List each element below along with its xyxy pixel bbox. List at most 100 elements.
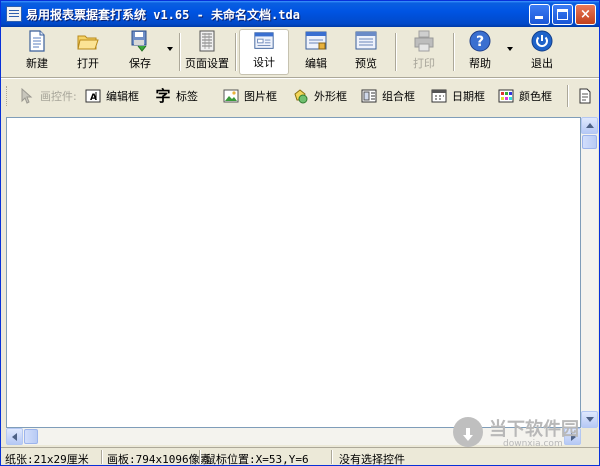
combo-box-icon: [361, 89, 377, 103]
minimize-icon: [535, 16, 543, 19]
horizontal-scroll-thumb[interactable]: [24, 429, 38, 444]
save-button[interactable]: 保存: [117, 29, 163, 75]
open-button-label: 打开: [77, 57, 99, 70]
page-setup-icon: [199, 30, 215, 52]
new-button[interactable]: 新建: [13, 29, 61, 75]
chevron-up-icon: [586, 123, 594, 128]
preview-window-icon: [355, 31, 377, 50]
status-selection: 没有选择控件: [339, 453, 405, 466]
toolbar-separator: [567, 85, 569, 107]
status-separator: [101, 450, 103, 464]
app-icon: [6, 6, 22, 22]
help-button-label: 帮助: [469, 57, 491, 70]
status-separator: [331, 450, 333, 464]
page-setup-button[interactable]: 页面设置: [183, 29, 231, 75]
toolbar-separator: [235, 33, 237, 71]
print-button-label: 打印: [413, 57, 435, 70]
maximize-icon: [557, 9, 568, 20]
label-tool[interactable]: 字 标签: [155, 87, 198, 105]
print-button[interactable]: 打印: [401, 29, 447, 75]
page-icon: [579, 88, 591, 104]
toolbar-grip[interactable]: [6, 86, 9, 106]
new-button-label: 新建: [26, 57, 48, 70]
color-box-tool[interactable]: 颜色框: [498, 87, 552, 105]
design-button-label: 设计: [253, 56, 275, 69]
save-disk-icon: [131, 30, 147, 52]
preview-button[interactable]: 预览: [343, 29, 389, 75]
status-mouse-position: 鼠标位置:X=53,Y=6: [205, 453, 309, 466]
controls-toolbar: 画控件: A 编辑框 字 标签 图片框 外形框 组合框 日期框 颜色框: [1, 81, 599, 111]
chevron-left-icon: [12, 433, 17, 441]
color-palette-icon: [498, 89, 514, 103]
page-tool[interactable]: [577, 87, 598, 105]
preview-button-label: 预览: [355, 57, 377, 70]
color-box-label: 颜色框: [519, 90, 552, 103]
design-button[interactable]: 设计: [239, 29, 289, 75]
save-dropdown-arrow-icon[interactable]: [167, 47, 173, 51]
toolbar-separator: [395, 33, 397, 71]
draw-control-label: 画控件:: [40, 90, 77, 103]
title-bar[interactable]: 易用报表票据套打系统 v1.65 - 未命名文档.tda ×: [1, 1, 599, 27]
close-icon: ×: [580, 7, 591, 22]
edit-window-icon: [305, 31, 327, 50]
status-separator: [199, 450, 201, 464]
close-button[interactable]: ×: [575, 4, 596, 25]
status-canvas-size: 画板:794x1096像素: [107, 453, 211, 466]
combo-box-label: 组合框: [382, 90, 415, 103]
scroll-left-button[interactable]: [6, 428, 23, 445]
pointer-arrow-icon: [21, 88, 33, 104]
edit-button[interactable]: 编辑: [293, 29, 339, 75]
image-icon: [223, 89, 239, 103]
scroll-up-button[interactable]: [581, 117, 598, 134]
help-button[interactable]: ? 帮助: [457, 29, 503, 75]
shape-box-tool[interactable]: 外形框: [293, 87, 347, 105]
vertical-scrollbar[interactable]: [581, 117, 598, 428]
vertical-scroll-thumb[interactable]: [582, 135, 597, 149]
date-box-tool[interactable]: 日期框: [431, 87, 485, 105]
image-box-label: 图片框: [244, 90, 277, 103]
scrollbar-corner: [581, 428, 598, 445]
edit-button-label: 编辑: [305, 57, 327, 70]
help-dropdown-arrow-icon[interactable]: [507, 47, 513, 51]
edit-box-icon: A: [85, 89, 101, 103]
image-box-tool[interactable]: 图片框: [223, 87, 277, 105]
toolbar-divider: [1, 77, 599, 79]
draw-control-pointer[interactable]: 画控件:: [19, 87, 77, 105]
window-controls: ×: [529, 4, 596, 25]
watermark-logo: [453, 417, 483, 447]
edit-box-label: 编辑框: [106, 90, 139, 103]
scroll-down-button[interactable]: [581, 411, 598, 428]
calendar-icon: [431, 89, 447, 103]
maximize-button[interactable]: [552, 4, 573, 25]
print-icon: [414, 30, 434, 52]
main-toolbar: 新建 打开 保存 页面设置 设计 编辑 预览 打印 ? 帮助 退出: [5, 29, 595, 75]
download-arrow-icon: [463, 428, 473, 441]
design-canvas[interactable]: [6, 117, 581, 428]
folder-open-icon: [77, 35, 99, 50]
label-tool-label: 标签: [176, 90, 198, 103]
help-icon: ?: [469, 30, 491, 52]
open-button[interactable]: 打开: [65, 29, 111, 75]
shapes-icon: [294, 89, 308, 104]
page-setup-button-label: 页面设置: [185, 57, 229, 70]
chevron-down-icon: [586, 417, 594, 422]
minimize-button[interactable]: [529, 4, 550, 25]
status-paper-size: 纸张:21x29厘米: [5, 453, 89, 466]
new-document-icon: [29, 30, 45, 52]
svg-text:?: ?: [476, 34, 484, 50]
exit-button-label: 退出: [531, 57, 553, 70]
save-button-label: 保存: [129, 57, 151, 70]
shape-box-label: 外形框: [314, 90, 347, 103]
watermark-text: 当下软件园: [489, 419, 579, 440]
exit-button[interactable]: 退出: [519, 29, 565, 75]
toolbar-separator: [179, 33, 181, 71]
window-title: 易用报表票据套打系统 v1.65 - 未命名文档.tda: [26, 7, 300, 22]
app-window: 易用报表票据套打系统 v1.65 - 未命名文档.tda × 新建 打开 保存 …: [0, 0, 600, 466]
power-icon: [531, 30, 553, 52]
edit-box-tool[interactable]: A 编辑框: [85, 87, 139, 105]
status-bar: 纸张:21x29厘米 画板:794x1096像素 鼠标位置:X=53,Y=6 没…: [1, 447, 599, 466]
combo-box-tool[interactable]: 组合框: [361, 87, 415, 105]
toolbar-separator: [453, 33, 455, 71]
label-char-icon: 字: [155, 87, 171, 105]
design-window-icon: [254, 32, 274, 49]
